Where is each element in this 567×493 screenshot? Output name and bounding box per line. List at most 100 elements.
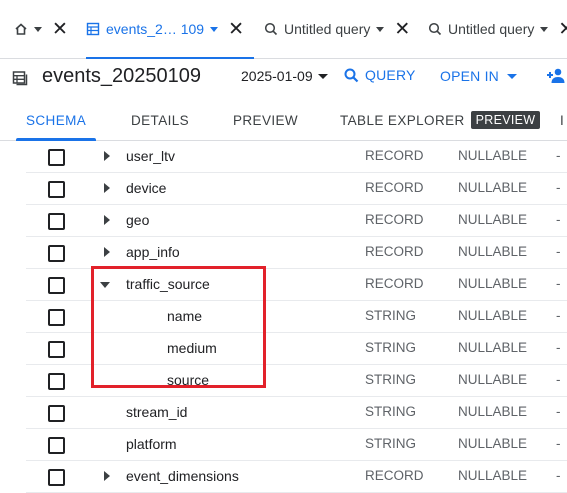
schema-row: app_info RECORD NULLABLE - [26,237,567,269]
preview-badge: PREVIEW [470,111,541,129]
row-checkbox[interactable] [48,181,65,198]
tab-untitled-query-1[interactable]: Untitled query ✕ [264,0,410,58]
field-mode: NULLABLE [458,244,528,259]
field-name: platform [126,436,177,452]
schema-table: user_ltv RECORD NULLABLE - device RECORD NULLA… [0,141,567,493]
row-checkbox[interactable] [48,405,65,422]
chevron-down-icon[interactable] [34,26,42,32]
chevron-down-icon [317,73,328,79]
schema-row: geo RECORD NULLABLE - [26,205,567,237]
expand-arrow-icon[interactable] [104,151,110,161]
field-description: - [556,212,561,227]
field-description: - [556,372,561,387]
field-type: RECORD [365,180,424,195]
tab-label: DETAILS [131,112,190,128]
tab-strip: ✕ events_2… 109 ✕ Untitled query ✕ Untit… [0,0,567,59]
close-icon[interactable]: ✕ [52,20,68,39]
tab-table-explorer[interactable]: TABLE EXPLORER PREVIEW [340,100,541,140]
row-checkbox[interactable] [48,341,65,358]
schema-row: stream_id STRING NULLABLE - [26,397,567,429]
home-icon [14,22,28,36]
close-icon[interactable]: ✕ [394,20,410,39]
field-name: medium [167,340,217,356]
field-type: RECORD [365,244,424,259]
tab-schema[interactable]: SCHEMA [16,100,97,141]
date-partition-select[interactable]: 2025-01-09 [241,68,328,84]
field-description: - [556,468,561,483]
schema-row: event_dimensions RECORD NULLABLE - [26,461,567,493]
chevron-down-icon[interactable] [376,26,385,32]
row-checkbox[interactable] [48,149,65,166]
tab-more[interactable]: I [560,100,564,140]
field-type: RECORD [365,468,424,483]
expand-arrow-icon[interactable] [104,183,110,193]
open-in-button[interactable]: OPEN IN [440,68,517,84]
schema-row: medium STRING NULLABLE - [26,333,567,365]
search-icon [344,68,359,82]
open-in-label: OPEN IN [440,68,499,84]
row-checkbox[interactable] [48,213,65,230]
field-mode: NULLABLE [458,180,528,195]
expand-arrow-icon[interactable] [104,215,110,225]
tab-details[interactable]: DETAILS [131,100,189,140]
tab-label: SCHEMA [26,112,87,128]
row-checkbox[interactable] [48,277,65,294]
field-description: - [556,404,561,419]
field-mode: NULLABLE [458,212,528,227]
field-name: device [126,180,167,196]
field-name: traffic_source [126,276,210,292]
field-mode: NULLABLE [458,276,528,291]
table-icon [86,22,100,36]
chevron-down-icon[interactable] [540,26,549,32]
field-type: STRING [365,372,417,387]
field-mode: NULLABLE [458,340,528,355]
row-checkbox[interactable] [48,245,65,262]
field-name: source [167,372,210,388]
field-type: STRING [365,404,417,419]
field-description: - [556,148,561,163]
expand-arrow-icon[interactable] [104,471,110,481]
field-name: geo [126,212,150,228]
tab-home[interactable]: ✕ [14,0,68,58]
tab-preview[interactable]: PREVIEW [233,100,298,140]
field-type: STRING [365,436,417,451]
date-value: 2025-01-09 [241,68,313,84]
field-type: RECORD [365,148,424,163]
tab-untitled-query-2[interactable]: Untitled query ✕ [428,0,567,58]
field-name: user_ltv [126,148,176,164]
view-tabs: SCHEMA DETAILS PREVIEW TABLE EXPLORER PR… [0,100,567,141]
field-description: - [556,308,561,323]
row-checkbox[interactable] [48,373,65,390]
field-description: - [556,436,561,451]
add-person-icon[interactable] [546,67,566,90]
row-checkbox[interactable] [48,309,65,326]
tab-events-table[interactable]: events_2… 109 ✕ [86,0,254,59]
query-button[interactable]: QUERY [344,67,416,83]
close-icon[interactable]: ✕ [558,20,567,39]
field-description: - [556,276,561,291]
query-icon [264,22,278,36]
chevron-down-icon[interactable] [210,26,219,32]
query-label: QUERY [365,67,416,83]
schema-row: platform STRING NULLABLE - [26,429,567,461]
field-mode: NULLABLE [458,308,528,323]
row-checkbox[interactable] [48,469,65,486]
field-mode: NULLABLE [458,436,528,451]
field-type: STRING [365,340,417,355]
close-icon[interactable]: ✕ [228,20,244,39]
tab-label: events_2… 109 [106,21,205,37]
schema-row: traffic_source RECORD NULLABLE - [26,269,567,301]
tab-label: Untitled query [284,21,371,37]
field-description: - [556,340,561,355]
row-checkbox[interactable] [48,437,65,454]
table-icon [12,70,28,91]
expand-arrow-icon[interactable] [104,247,110,257]
page-title: events_20250109 [42,65,202,87]
schema-row: user_ltv RECORD NULLABLE - [26,141,567,173]
field-type: RECORD [365,212,424,227]
field-description: - [556,244,561,259]
schema-row: name STRING NULLABLE - [26,301,567,333]
field-name: name [167,308,203,324]
field-mode: NULLABLE [458,468,528,483]
collapse-arrow-icon[interactable] [100,282,110,288]
